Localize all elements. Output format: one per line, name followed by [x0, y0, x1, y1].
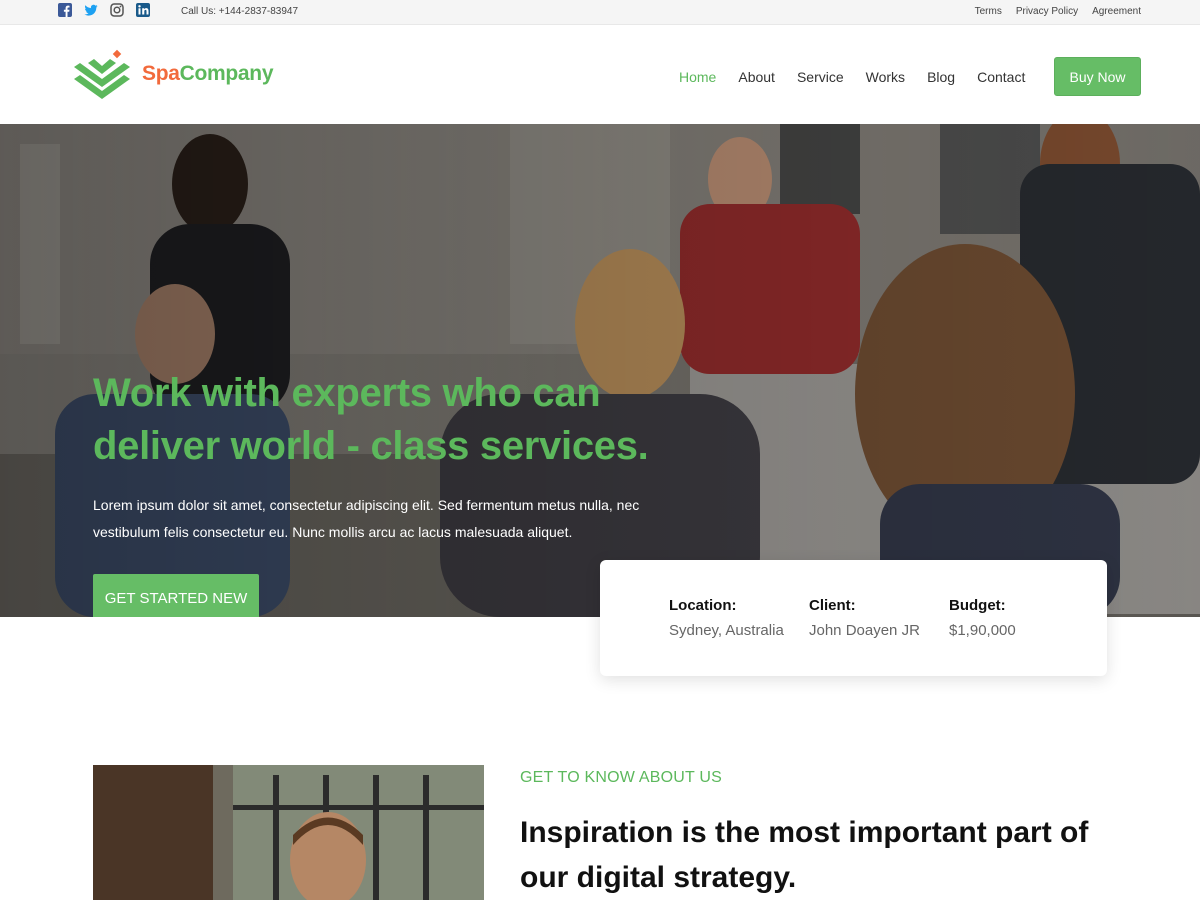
logo-mark-icon [74, 49, 130, 99]
logo-text-company: Company [179, 62, 274, 85]
client-value: John Doayen JR [809, 622, 920, 639]
terms-link[interactable]: Terms [975, 6, 1002, 17]
about-image [93, 765, 484, 900]
buy-now-button[interactable]: Buy Now [1054, 57, 1141, 96]
client-label: Client: [809, 597, 856, 614]
budget-value: $1,90,000 [949, 622, 1016, 639]
info-location: Location: Sydney, Australia [669, 597, 784, 639]
logo[interactable]: SpaCompany [72, 49, 274, 99]
main-nav: Home About Service Works Blog Contact [679, 69, 1047, 85]
nav-blog[interactable]: Blog [927, 69, 955, 85]
nav-about[interactable]: About [738, 69, 775, 85]
facebook-icon[interactable] [58, 3, 72, 17]
info-client: Client: John Doayen JR [809, 597, 920, 639]
get-started-button[interactable]: GET STARTED NEW [93, 574, 259, 617]
nav-contact[interactable]: Contact [977, 69, 1025, 85]
twitter-icon[interactable] [84, 3, 98, 17]
project-info-card: Location: Sydney, Australia Client: John… [600, 560, 1107, 676]
logo-text: SpaCompany [142, 62, 274, 86]
about-heading: Inspiration is the most important part o… [520, 816, 1089, 894]
main-header: SpaCompany Home About Service Works Blog… [0, 25, 1200, 124]
location-label: Location: [669, 597, 737, 614]
linkedin-icon[interactable] [136, 3, 150, 17]
hero-title: Work with experts who can deliver world … [93, 371, 649, 468]
instagram-icon[interactable] [110, 3, 124, 17]
top-links: Terms Privacy Policy Agreement [975, 6, 1141, 17]
info-budget: Budget: $1,90,000 [949, 597, 1016, 639]
top-bar: Call Us: +144-2837-83947 Terms Privacy P… [0, 0, 1200, 25]
privacy-policy-link[interactable]: Privacy Policy [1016, 6, 1078, 17]
about-eyebrow: GET TO KNOW ABOUT US [520, 769, 722, 786]
social-links [58, 3, 150, 17]
hero-section: Work with experts who can deliver world … [0, 124, 1200, 617]
budget-label: Budget: [949, 597, 1006, 614]
agreement-link[interactable]: Agreement [1092, 6, 1141, 17]
about-photo [93, 765, 484, 900]
nav-service[interactable]: Service [797, 69, 844, 85]
location-value: Sydney, Australia [669, 622, 784, 639]
call-us-text: Call Us: +144-2837-83947 [181, 6, 299, 17]
nav-home[interactable]: Home [679, 69, 716, 85]
logo-text-spa: Spa [142, 62, 180, 85]
hero-description: Lorem ipsum dolor sit amet, consectetur … [93, 497, 640, 540]
nav-works[interactable]: Works [866, 69, 905, 85]
